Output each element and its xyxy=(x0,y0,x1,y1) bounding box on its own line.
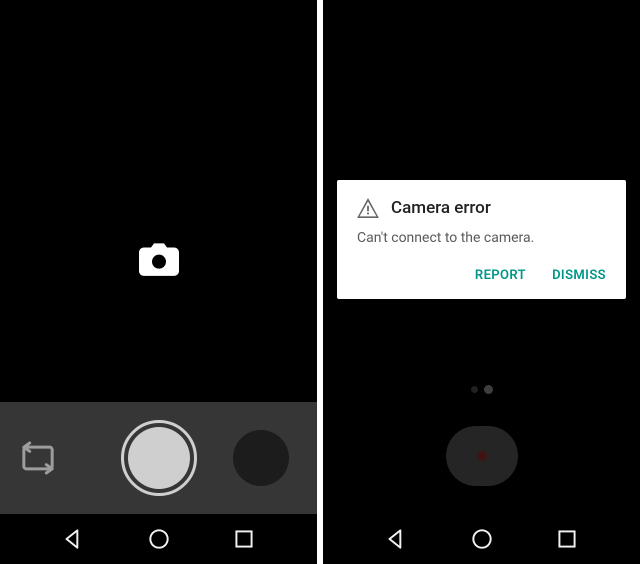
report-button[interactable]: REPORT xyxy=(475,268,526,283)
recent-apps-icon[interactable] xyxy=(231,526,257,552)
dialog-title: Camera error xyxy=(391,198,491,218)
warning-icon xyxy=(357,198,379,218)
switch-camera-icon[interactable] xyxy=(18,438,58,478)
phone-screen-error: Camera error Can't connect to the camera… xyxy=(323,0,640,564)
home-icon[interactable] xyxy=(469,526,495,552)
recent-apps-icon[interactable] xyxy=(554,526,580,552)
dialog-actions: REPORT DISMISS xyxy=(357,268,606,291)
error-dialog: Camera error Can't connect to the camera… xyxy=(337,180,626,299)
gallery-thumbnail[interactable] xyxy=(233,430,289,486)
phone-screen-camera xyxy=(0,0,317,564)
capture-bar xyxy=(0,402,317,514)
back-icon[interactable] xyxy=(383,526,409,552)
camera-icon xyxy=(139,243,179,277)
shutter-button[interactable] xyxy=(121,420,197,496)
dismiss-button[interactable]: DISMISS xyxy=(552,268,606,283)
dialog-body: Can't connect to the camera. xyxy=(357,230,606,246)
navigation-bar xyxy=(323,514,640,564)
back-icon[interactable] xyxy=(60,526,86,552)
navigation-bar xyxy=(0,514,317,564)
home-icon[interactable] xyxy=(146,526,172,552)
